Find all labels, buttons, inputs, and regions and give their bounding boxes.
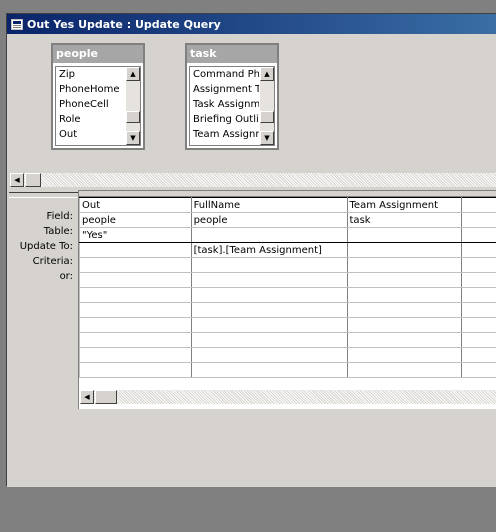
update-to-cell[interactable] [346,227,462,243]
grid-empty-cell[interactable] [190,347,348,363]
grid-empty-cell[interactable] [79,272,192,288]
row-label-table: Table: [43,226,73,237]
field-list-item[interactable]: Out [56,127,125,142]
table-cell[interactable] [460,212,496,228]
grid-empty-cell[interactable] [190,272,348,288]
grid-empty-cell[interactable] [190,332,348,348]
grid-empty-cell[interactable] [79,362,192,378]
field-list-item[interactable]: PhoneHome [56,82,125,97]
grid-empty-cell[interactable] [190,302,348,318]
design-grid-table: Out FullName Team Assignment people peop… [79,197,496,378]
or-cell[interactable] [460,257,496,273]
grid-empty-cell[interactable] [79,317,192,333]
design-grid-horizontal-scrollbar[interactable]: ◀ [80,390,496,404]
grid-empty-cell[interactable] [346,362,462,378]
grid-empty-cell[interactable] [79,302,192,318]
criteria-cell[interactable] [79,242,192,258]
field-list-task[interactable]: task Command Pho Assignment Ty Task Assi… [185,43,279,150]
window-empty-area [7,409,496,487]
grid-empty-cell[interactable] [346,272,462,288]
scroll-left-button[interactable]: ◀ [80,390,94,404]
table-cell[interactable]: task [346,212,462,228]
row-label-update-to: Update To: [19,241,73,252]
grid-empty-cell[interactable] [460,347,496,363]
title-bar[interactable]: Out Yes Update : Update Query [7,14,496,34]
field-list-item[interactable]: Task Assignme [190,97,259,112]
field-list-item[interactable]: Role [56,112,125,127]
triangle-down-icon: ▼ [130,134,136,142]
grid-empty-cell[interactable] [79,347,192,363]
grid-empty-cell[interactable] [346,317,462,333]
grid-empty-cell[interactable] [190,317,348,333]
field-list-body: Command Pho Assignment Ty Task Assignme … [189,66,275,146]
triangle-left-icon: ◀ [14,176,20,184]
field-list-title[interactable]: people [53,45,143,63]
scroll-thumb[interactable] [126,111,140,123]
query-design-window: Out Yes Update : Update Query people Zip… [6,13,496,487]
scroll-thumb[interactable] [95,390,117,404]
field-list-body: Zip PhoneHome PhoneCell Role Out ▲ ▼ [55,66,141,146]
table-pane-horizontal-scrollbar[interactable]: ◀ [10,173,496,187]
field-cell[interactable]: Team Assignment [346,197,462,213]
row-label-field: Field: [46,211,73,222]
scroll-down-button[interactable]: ▼ [260,131,274,145]
field-list-item[interactable]: Assignment Ty [190,82,259,97]
update-to-cell[interactable] [190,227,348,243]
grid-row-labels: Field: Table: Update To: Criteria: or: [9,209,73,284]
field-list-item[interactable]: Zip [56,67,125,82]
triangle-left-icon: ◀ [84,393,90,401]
criteria-cell[interactable]: [task].[Team Assignment] [190,242,348,258]
triangle-up-icon: ▲ [264,70,270,78]
triangle-up-icon: ▲ [130,70,136,78]
grid-empty-cell[interactable] [460,302,496,318]
or-cell[interactable] [190,257,348,273]
window-title: Out Yes Update : Update Query [27,17,221,31]
grid-empty-cell[interactable] [79,287,192,303]
field-list-item[interactable]: Command Pho [190,67,259,82]
update-to-cell[interactable] [460,227,496,243]
design-grid: Out FullName Team Assignment people peop… [78,190,496,409]
criteria-cell[interactable] [460,242,496,258]
field-list-item[interactable]: Briefing Outlin [190,112,259,127]
query-window-icon [11,18,23,30]
field-cell[interactable] [460,197,496,213]
grid-empty-cell[interactable] [460,272,496,288]
field-list-item[interactable]: PhoneCell [56,97,125,112]
triangle-down-icon: ▼ [264,134,270,142]
grid-empty-cell[interactable] [346,302,462,318]
grid-empty-cell[interactable] [79,332,192,348]
field-list-item[interactable]: Team Assignm [190,127,259,142]
field-cell[interactable]: FullName [190,197,348,213]
scroll-thumb[interactable] [260,111,274,123]
row-label-criteria: Criteria: [32,256,73,267]
scroll-left-button[interactable]: ◀ [10,173,24,187]
grid-empty-cell[interactable] [190,362,348,378]
grid-empty-cell[interactable] [346,287,462,303]
or-cell[interactable] [346,257,462,273]
grid-empty-cell[interactable] [460,287,496,303]
table-cell[interactable]: people [190,212,348,228]
table-pane: people Zip PhoneHome PhoneCell Role Out … [9,36,496,177]
grid-empty-cell[interactable] [460,362,496,378]
vertical-scrollbar[interactable]: ▲ ▼ [126,67,140,145]
grid-empty-cell[interactable] [346,347,462,363]
table-cell[interactable]: people [79,212,192,228]
criteria-cell[interactable] [346,242,462,258]
scroll-down-button[interactable]: ▼ [126,131,140,145]
grid-empty-cell[interactable] [460,332,496,348]
row-label-or: or: [59,271,73,282]
field-list-title[interactable]: task [187,45,277,63]
field-list-people[interactable]: people Zip PhoneHome PhoneCell Role Out … [51,43,145,150]
grid-empty-cell[interactable] [190,287,348,303]
scroll-up-button[interactable]: ▲ [126,67,140,81]
update-to-cell[interactable]: "Yes" [79,227,192,243]
or-cell[interactable] [79,257,192,273]
scroll-thumb[interactable] [25,173,41,187]
vertical-scrollbar[interactable]: ▲ ▼ [260,67,274,145]
grid-empty-cell[interactable] [346,332,462,348]
scroll-up-button[interactable]: ▲ [260,67,274,81]
grid-empty-cell[interactable] [460,317,496,333]
field-cell[interactable]: Out [79,197,192,213]
